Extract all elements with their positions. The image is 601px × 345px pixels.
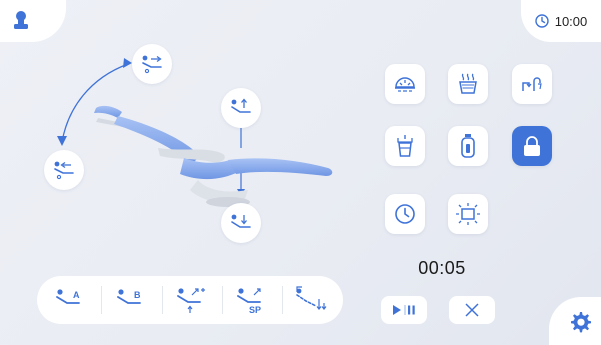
recline-arrow-right-icon (142, 55, 162, 74)
rinse-position-icon (177, 288, 205, 313)
cup-heater-button[interactable] (448, 64, 488, 104)
rinse-position-button[interactable] (163, 276, 221, 324)
cup-fill-icon (397, 135, 413, 157)
memory-position-icon: A (56, 289, 80, 304)
lock-icon (524, 136, 540, 156)
timer-button[interactable] (385, 194, 425, 234)
water-bottle-icon (461, 134, 475, 158)
memory-b-label: B (134, 290, 141, 300)
water-bottle-button[interactable] (448, 126, 488, 166)
memory-b-button[interactable]: B (103, 276, 161, 324)
film-viewer-button[interactable] (448, 194, 488, 234)
memory-position-bar: A B SP (37, 276, 343, 324)
memory-sp-button[interactable]: SP (223, 276, 281, 324)
memory-a-label: A (73, 290, 80, 300)
memory-sp-label: SP (249, 305, 261, 315)
cancel-timer-button[interactable] (449, 296, 495, 324)
backrest-down-button[interactable] (44, 150, 84, 190)
memory-a-button[interactable]: A (42, 276, 100, 324)
seat-up-button[interactable] (221, 88, 261, 128)
seat-down-icon (231, 214, 251, 228)
heated-water-icon (459, 73, 477, 94)
timer-display: 00:05 (418, 258, 466, 278)
zero-position-button[interactable] (283, 276, 341, 324)
recline-arrow-left-icon (54, 161, 74, 180)
memory-position-icon: B (117, 289, 141, 304)
dental-light-icon (395, 77, 415, 92)
dental-chair-illustration (94, 105, 333, 207)
viewer-light-icon (456, 203, 480, 225)
return-position-icon (296, 286, 327, 310)
play-pause-button[interactable] (381, 296, 427, 324)
operating-light-button[interactable] (385, 64, 425, 104)
spittoon-rinse-icon (522, 77, 542, 91)
spittoon-rinse-button[interactable] (512, 64, 552, 104)
clock-icon (395, 204, 415, 224)
seat-down-button[interactable] (221, 203, 261, 243)
play-pause-icon (393, 305, 415, 315)
lock-button[interactable] (512, 126, 552, 166)
special-position-icon: SP (237, 288, 261, 315)
cup-filler-button[interactable] (385, 126, 425, 166)
seat-up-icon (231, 98, 251, 113)
close-icon (465, 303, 479, 317)
backrest-up-button[interactable] (132, 44, 172, 84)
